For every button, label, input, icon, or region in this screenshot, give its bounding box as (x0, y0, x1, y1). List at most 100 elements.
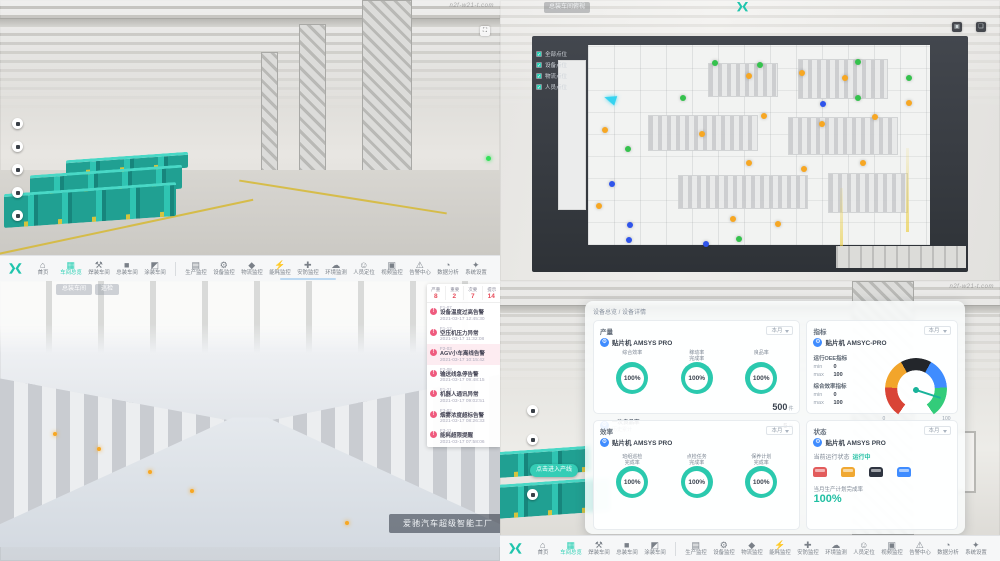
status-dot[interactable] (626, 237, 632, 243)
poi-marker[interactable] (12, 187, 23, 198)
toolbar-item[interactable]: ⚠ 告警中心 (406, 260, 434, 277)
alarm-list-item[interactable]: ! F1-07 设备温度过高告警 2021-03-17 12:45:30 (427, 303, 500, 324)
layer-row[interactable]: ✓ 物流点位 (536, 70, 594, 81)
status-dot[interactable] (736, 236, 742, 242)
status-dot[interactable] (761, 113, 767, 119)
toolbar-item[interactable]: ✚ 安防监控 (294, 260, 322, 277)
poi-marker[interactable] (527, 405, 538, 416)
status-dot[interactable] (627, 222, 633, 228)
toolbar-item-label: 告警中心 (409, 270, 431, 276)
toolbar-scrollbar[interactable] (280, 278, 336, 280)
toolbar-item[interactable]: ▦ 车间总览 (557, 540, 585, 557)
toolbar-item[interactable]: ◔ 数据分析 (434, 260, 462, 277)
toolbar-item[interactable]: ◆ 物流监控 (238, 260, 266, 277)
toolbar-item[interactable]: ▦ 车间总览 (57, 260, 85, 277)
toolbar-item[interactable]: ▣ 视频监控 (878, 540, 906, 557)
toolbar-item[interactable]: ⚒ 焊装车间 (585, 540, 613, 557)
poi-marker[interactable] (12, 118, 23, 129)
toolbar-item[interactable]: ■ 总装车间 (613, 540, 641, 557)
toolbar-item[interactable]: ☁ 环境监测 (322, 260, 350, 277)
plant-map[interactable] (588, 45, 930, 245)
toolbar-item[interactable]: ■ 总装车间 (113, 260, 141, 277)
status-dot[interactable] (906, 100, 912, 106)
status-dot[interactable] (855, 95, 861, 101)
status-dot[interactable] (703, 241, 709, 247)
view-tab[interactable]: 巡检 (95, 284, 119, 295)
enter-line-button[interactable]: 点击进入产线 (530, 464, 578, 477)
toolbar-item[interactable]: ▤ 生产监控 (682, 540, 710, 557)
toolbar-item[interactable]: ☺ 人员定位 (350, 260, 378, 277)
status-dot[interactable] (730, 216, 736, 222)
checkbox-checked-icon[interactable]: ✓ (536, 51, 542, 57)
toolbar-item[interactable]: ◆ 物流监控 (738, 540, 766, 557)
toolbar-item[interactable]: ⌂ 首页 (29, 260, 57, 277)
alarm-list-item[interactable]: ! F2-03 AGV小车离线告警 2021-03-17 10:15:42 (427, 344, 500, 365)
status-dot[interactable] (775, 221, 781, 227)
toolbar-item[interactable]: ⚙ 设备监控 (210, 260, 238, 277)
alarm-stat[interactable]: 重要 2 (446, 286, 465, 300)
status-dot[interactable] (712, 60, 718, 66)
toolbar-item[interactable]: ☺ 人员定位 (850, 540, 878, 557)
alarm-list-item[interactable]: ! F3-11 能耗超限提醒 2021-03-17 07:58:06 (427, 426, 500, 447)
alarm-list-item[interactable]: ! F1-21 机器人通讯异常 2021-03-17 09:02:51 (427, 385, 500, 406)
checkbox-checked-icon[interactable]: ✓ (536, 84, 542, 90)
period-dropdown[interactable]: 本月 (924, 326, 951, 335)
status-dot[interactable] (860, 160, 866, 166)
toolbar-item[interactable]: ⚒ 焊装车间 (85, 260, 113, 277)
poi-marker[interactable] (12, 164, 23, 175)
checkbox-checked-icon[interactable]: ✓ (536, 73, 542, 79)
status-dot[interactable] (625, 146, 631, 152)
toolbar-item[interactable]: ✦ 系统设置 (462, 260, 490, 277)
alarm-stat[interactable]: 严重 8 (427, 286, 446, 300)
poi-marker[interactable] (527, 489, 538, 500)
alarm-list-item[interactable]: ! F1-12 空压机压力异常 2021-03-17 11:32:08 (427, 324, 500, 345)
alarm-stat[interactable]: 提示 14 (483, 286, 501, 300)
period-dropdown[interactable]: 本月 (766, 426, 793, 435)
toolbar-item[interactable]: ⚙ 设备监控 (710, 540, 738, 557)
layer-row[interactable]: ✓ 人员点位 (536, 81, 594, 92)
status-dot[interactable] (746, 160, 752, 166)
status-dot[interactable] (757, 62, 763, 68)
status-dot[interactable] (746, 73, 752, 79)
status-dot[interactable] (820, 101, 826, 107)
toolbar-item[interactable]: ⚡ 能耗监控 (266, 260, 294, 277)
toolbar-item[interactable]: ⚡ 能耗监控 (766, 540, 794, 557)
status-dot[interactable] (609, 181, 615, 187)
poi-marker[interactable] (12, 141, 23, 152)
toolbar-item[interactable]: ✦ 系统设置 (962, 540, 990, 557)
toolbar-item[interactable]: ☁ 环境监测 (822, 540, 850, 557)
period-dropdown[interactable]: 本月 (924, 426, 951, 435)
toolbar-item-icon: ▦ (67, 260, 76, 270)
checkbox-checked-icon[interactable]: ✓ (536, 62, 542, 68)
alarm-timestamp: 2021-03-17 10:15:42 (440, 358, 485, 363)
period-dropdown[interactable]: 本月 (766, 326, 793, 335)
view-tab[interactable]: 总装车间俯视 (544, 2, 590, 13)
toolbar-item[interactable]: ◔ 数据分析 (934, 540, 962, 557)
layer-row[interactable]: ✓ 设备点位 (536, 59, 594, 70)
status-dot[interactable] (596, 203, 602, 209)
toolbar-item[interactable]: ▣ 视频监控 (378, 260, 406, 277)
status-dot[interactable] (680, 95, 686, 101)
toolbar-item[interactable]: ◩ 涂装车间 (641, 540, 669, 557)
status-dot[interactable] (602, 127, 608, 133)
status-dot[interactable] (699, 131, 705, 137)
snapshot-button[interactable]: ▣ (952, 22, 962, 32)
alarm-list-item[interactable]: ! F2-08 输送线急停告警 2021-03-17 09:48:15 (427, 365, 500, 386)
status-dot[interactable] (906, 75, 912, 81)
toolbar-item[interactable]: ✚ 安防监控 (794, 540, 822, 557)
status-dot[interactable] (801, 166, 807, 172)
view-tab[interactable]: 总装车间 (56, 284, 92, 295)
poi-marker[interactable] (12, 210, 23, 221)
toolbar-item[interactable]: ▤ 生产监控 (182, 260, 210, 277)
layers-button[interactable]: ❏ (976, 22, 986, 32)
poi-marker[interactable] (527, 434, 538, 445)
fullscreen-button[interactable]: ⛶ (480, 26, 490, 36)
toolbar-item[interactable]: ⌂ 首页 (529, 540, 557, 557)
toolbar-item[interactable]: ⚠ 告警中心 (906, 540, 934, 557)
status-dot[interactable] (872, 114, 878, 120)
toolbar-item-label: 环境监测 (825, 550, 847, 556)
alarm-stat[interactable]: 次要 7 (464, 286, 483, 300)
alarm-list-item[interactable]: ! F3-02 烟雾浓度超标告警 2021-03-17 08:26:33 (427, 406, 500, 427)
toolbar-item[interactable]: ◩ 涂装车间 (141, 260, 169, 277)
layer-row[interactable]: ✓ 全部点位 (536, 48, 594, 59)
